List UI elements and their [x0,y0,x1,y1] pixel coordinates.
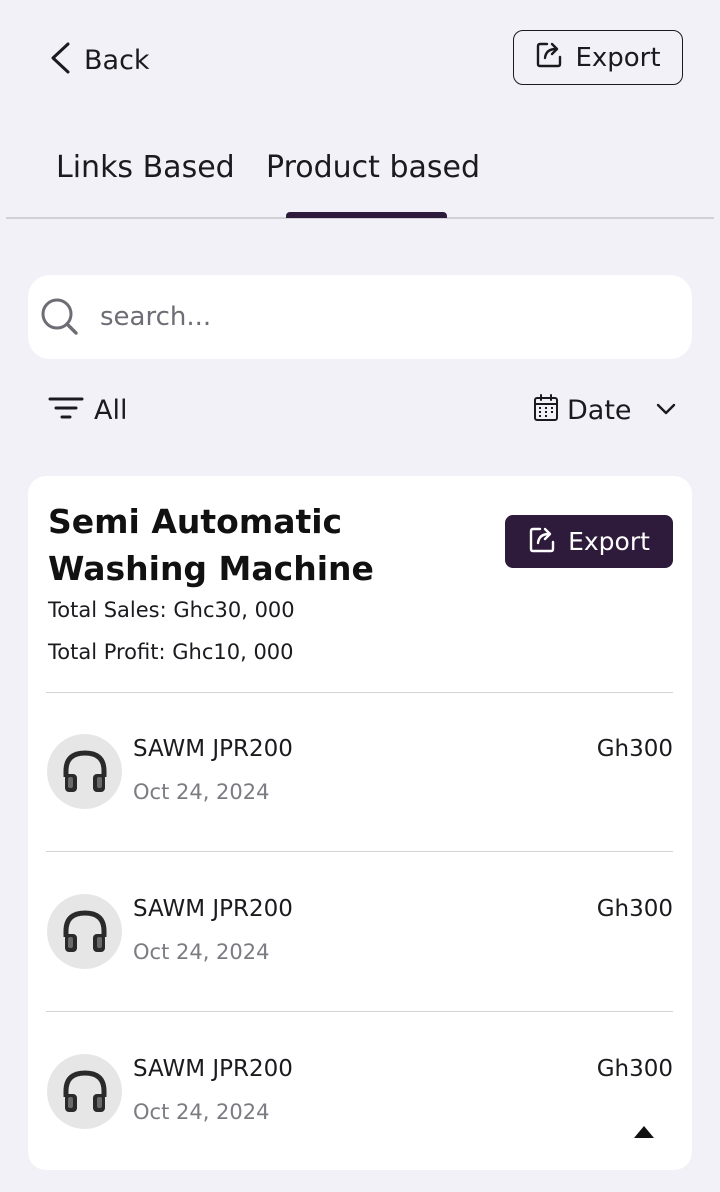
search-input[interactable] [100,302,660,332]
filter-label: All [94,394,128,426]
tab-bar: Links Based Product based [6,140,714,219]
active-tab-indicator [286,212,447,218]
item-name: SAWM JPR200 [133,896,293,922]
item-price: Gh300 [596,736,673,762]
item-name: SAWM JPR200 [133,1056,293,1082]
headphones-icon [47,1054,122,1129]
item-price: Gh300 [596,896,673,922]
list-item[interactable]: SAWM JPR200 Oct 24, 2024 Gh300 [28,1012,692,1130]
export-all-button[interactable]: Export [513,30,683,85]
product-export-button[interactable]: Export [505,515,673,568]
chevron-down-icon [656,401,676,420]
back-button[interactable]: Back [48,40,150,80]
headphones-icon [47,734,122,809]
headphones-icon [47,894,122,969]
tab-links-based[interactable]: Links Based [56,150,235,185]
product-card: Semi Automatic Washing Machine Export To… [28,476,692,1170]
tab-product-based[interactable]: Product based [266,150,480,185]
chevron-left-icon [48,41,72,79]
list-item[interactable]: SAWM JPR200 Oct 24, 2024 Gh300 [28,852,692,970]
calendar-icon [533,394,559,426]
top-bar: Back Export [0,0,720,120]
item-date: Oct 24, 2024 [133,780,270,804]
list-item[interactable]: SAWM JPR200 Oct 24, 2024 Gh300 [28,692,692,810]
item-name: SAWM JPR200 [133,736,293,762]
scroll-to-top-icon[interactable] [632,1124,656,1140]
filter-icon [48,395,84,425]
product-title: Semi Automatic Washing Machine [48,502,374,588]
item-date: Oct 24, 2024 [133,940,270,964]
total-profit: Total Profit: Ghc10, 000 [48,640,294,664]
filter-button[interactable]: All [48,390,127,430]
total-sales: Total Sales: Ghc30, 000 [48,598,295,622]
share-icon [528,524,558,560]
export-label: Export [575,42,661,73]
back-label: Back [84,44,150,76]
item-price: Gh300 [596,1056,673,1082]
item-date: Oct 24, 2024 [133,1100,270,1124]
date-sort-label: Date [567,394,632,426]
share-icon [535,39,565,76]
search-bar [28,275,692,359]
search-icon [40,297,80,337]
product-export-label: Export [568,527,650,556]
date-sort-dropdown[interactable]: Date [533,390,676,430]
